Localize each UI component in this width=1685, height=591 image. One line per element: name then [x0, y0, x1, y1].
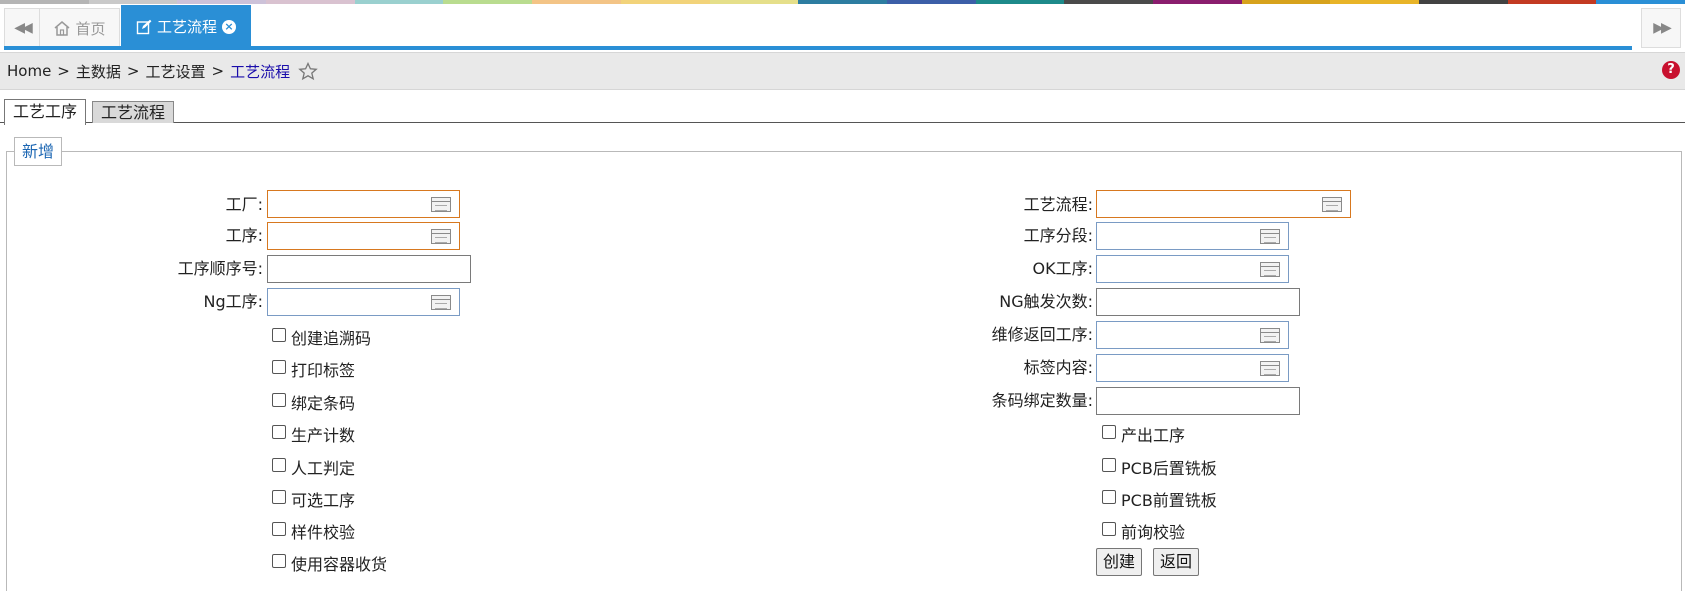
breadcrumb-current: 工艺流程 — [230, 62, 291, 81]
tab-process-flow-list[interactable]: 工艺流程 — [92, 101, 175, 123]
double-chevron-right-icon: ▶▶ — [1653, 20, 1671, 36]
checkbox[interactable] — [272, 521, 286, 536]
check-pre-query-verify[interactable]: 前询校验 — [1102, 518, 1185, 544]
tab-scroll-left-button[interactable]: ◀◀ — [4, 8, 40, 48]
sequence-input[interactable] — [267, 255, 471, 283]
check-print-label[interactable]: 打印标签 — [272, 356, 355, 382]
label-content-label: 标签内容: — [1023, 358, 1093, 377]
check-manual-judge[interactable]: 人工判定 — [272, 454, 355, 480]
home-icon — [54, 21, 70, 36]
create-button[interactable]: 创建 — [1096, 548, 1143, 576]
panel-legend: 新增 — [14, 137, 63, 166]
check-sample-verify[interactable]: 样件校验 — [272, 518, 355, 544]
barcode-bind-qty-input[interactable] — [1096, 387, 1300, 415]
ok-process-input[interactable] — [1096, 255, 1289, 283]
checkbox[interactable] — [272, 359, 286, 374]
ng-process-input[interactable] — [267, 288, 460, 316]
close-icon[interactable]: × — [222, 19, 236, 34]
checkbox[interactable] — [272, 489, 286, 504]
tab-process-flow[interactable]: 工艺流程 × — [121, 5, 251, 48]
breadcrumb-separator: > — [211, 62, 225, 80]
lookup-icon[interactable] — [1260, 262, 1280, 277]
checkbox-label: 可选工序 — [291, 491, 356, 510]
tab-bar: ◀◀ 首页 工艺流程 × ▶▶ — [0, 4, 1685, 50]
checkbox-label: 生产计数 — [291, 426, 356, 445]
checkbox[interactable] — [272, 424, 286, 439]
breadcrumb-master-data[interactable]: 主数据 — [76, 61, 121, 82]
help-icon[interactable]: ? — [1662, 61, 1680, 79]
check-container-receive[interactable]: 使用容器收货 — [272, 550, 387, 576]
checkbox-label: PCB前置铣板 — [1121, 491, 1217, 510]
lookup-icon[interactable] — [1322, 197, 1342, 212]
factory-label: 工厂: — [225, 195, 263, 214]
checkbox-label: 创建追溯码 — [291, 329, 372, 348]
check-output-process[interactable]: 产出工序 — [1102, 421, 1185, 447]
tab-process-flow-label: 工艺流程 — [156, 18, 217, 36]
ng-count-input[interactable] — [1096, 288, 1300, 316]
factory-input[interactable] — [267, 190, 460, 218]
barcode-bind-qty-label: 条码绑定数量: — [991, 391, 1093, 410]
checkbox[interactable] — [272, 327, 286, 342]
tab-scroll-right-button[interactable]: ▶▶ — [1641, 8, 1681, 48]
checkbox[interactable] — [1102, 521, 1116, 536]
ng-process-label: Ng工序: — [203, 292, 263, 311]
breadcrumb-process-settings[interactable]: 工艺设置 — [145, 61, 205, 82]
lookup-icon[interactable] — [431, 197, 451, 212]
checkbox[interactable] — [1102, 457, 1116, 472]
checkbox-label: 绑定条码 — [291, 394, 356, 413]
check-optional-process[interactable]: 可选工序 — [272, 486, 355, 512]
edit-icon — [136, 19, 152, 34]
process-input[interactable] — [267, 222, 460, 250]
ok-process-label: OK工序: — [1032, 259, 1093, 278]
inner-tab-bar: 工艺工序 工艺流程 — [0, 97, 1685, 125]
tab-home[interactable]: 首页 — [40, 8, 120, 48]
check-create-trace-code[interactable]: 创建追溯码 — [272, 324, 371, 350]
star-icon[interactable] — [298, 61, 318, 81]
check-production-count[interactable]: 生产计数 — [272, 421, 355, 447]
checkbox-label: 人工判定 — [291, 459, 356, 478]
checkbox[interactable] — [272, 392, 286, 407]
checkbox[interactable] — [272, 553, 286, 568]
repair-return-label: 维修返回工序: — [991, 325, 1093, 344]
checkbox[interactable] — [1102, 489, 1116, 504]
repair-return-input[interactable] — [1096, 321, 1289, 349]
label-content-input[interactable] — [1096, 354, 1289, 382]
checkbox[interactable] — [272, 457, 286, 472]
lookup-icon[interactable] — [1260, 328, 1280, 343]
checkbox-label: PCB后置铣板 — [1121, 459, 1217, 478]
lookup-icon[interactable] — [431, 295, 451, 310]
checkbox-label: 前询校验 — [1121, 523, 1186, 542]
segment-label: 工序分段: — [1023, 226, 1093, 245]
back-button[interactable]: 返回 — [1153, 548, 1200, 576]
check-pcb-pre-mill[interactable]: PCB前置铣板 — [1102, 486, 1217, 512]
checkbox[interactable] — [1102, 424, 1116, 439]
breadcrumb-separator: > — [126, 62, 140, 80]
tab-process-step[interactable]: 工艺工序 — [4, 99, 87, 125]
ng-count-label: NG触发次数: — [999, 292, 1093, 311]
lookup-icon[interactable] — [1260, 361, 1280, 376]
flow-input[interactable] — [1096, 190, 1351, 218]
lookup-icon[interactable] — [1260, 229, 1280, 244]
check-bind-barcode[interactable]: 绑定条码 — [272, 389, 355, 415]
tab-home-label: 首页 — [75, 19, 106, 38]
checkbox-label: 使用容器收货 — [291, 555, 388, 574]
process-label: 工序: — [225, 226, 263, 245]
checkbox-label: 产出工序 — [1121, 426, 1186, 445]
checkbox-label: 样件校验 — [291, 523, 356, 542]
breadcrumb-separator: > — [57, 62, 70, 80]
tab-underline — [4, 46, 1632, 50]
breadcrumb-home[interactable]: Home — [7, 62, 51, 80]
segment-input[interactable] — [1096, 222, 1289, 250]
breadcrumb: Home > 主数据 > 工艺设置 > 工艺流程 ? — [0, 52, 1685, 90]
sequence-label: 工序顺序号: — [177, 259, 263, 278]
lookup-icon[interactable] — [431, 229, 451, 244]
check-pcb-post-mill[interactable]: PCB后置铣板 — [1102, 454, 1217, 480]
flow-label: 工艺流程: — [1023, 195, 1093, 214]
double-chevron-left-icon: ◀◀ — [14, 20, 32, 36]
checkbox-label: 打印标签 — [291, 361, 356, 380]
